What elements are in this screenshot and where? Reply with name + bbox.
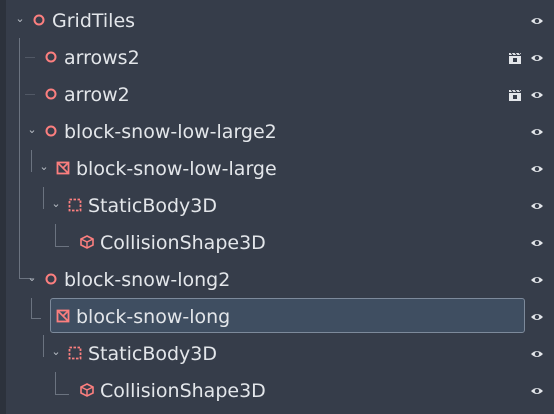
- chevron-down-icon[interactable]: ⌄: [38, 159, 50, 175]
- tree-item[interactable]: ⌄ block-snow-low-large2: [6, 113, 554, 150]
- tree-item-label: GridTiles: [52, 10, 136, 32]
- tree-item[interactable]: CollisionShape3D: [6, 372, 554, 409]
- tree-item[interactable]: ⌄ GridTiles: [6, 2, 554, 39]
- eye-icon[interactable]: [530, 88, 544, 102]
- collision-shape-icon: [80, 235, 94, 249]
- tree-item-label: StaticBody3D: [88, 343, 218, 365]
- static-body-icon: [68, 346, 82, 360]
- node3d-icon: [45, 51, 57, 63]
- tree-item-label: block-snow-long: [76, 306, 231, 328]
- chevron-down-icon[interactable]: ⌄: [50, 196, 62, 212]
- tree-item-selected[interactable]: block-snow-long: [6, 298, 554, 335]
- eye-icon[interactable]: [530, 162, 544, 176]
- chevron-down-icon[interactable]: ⌄: [26, 122, 38, 138]
- collision-shape-icon: [80, 383, 94, 397]
- static-body-icon: [68, 198, 82, 212]
- eye-icon[interactable]: [530, 236, 544, 250]
- chevron-down-icon[interactable]: ⌄: [26, 270, 38, 286]
- tree-item-label: arrow2: [64, 84, 130, 106]
- eye-icon[interactable]: [530, 125, 544, 139]
- tree-item[interactable]: ⌄ block-snow-long2: [6, 261, 554, 298]
- tree-item[interactable]: ⌄ block-snow-low-large: [6, 150, 554, 187]
- node3d-icon: [45, 273, 57, 285]
- node3d-icon: [45, 125, 57, 137]
- eye-icon[interactable]: [530, 199, 544, 213]
- chevron-down-icon[interactable]: ⌄: [50, 344, 62, 360]
- tree-item[interactable]: CollisionShape3D: [6, 224, 554, 261]
- tree-item-label: block-snow-low-large: [76, 158, 277, 180]
- tree-item[interactable]: ⌄ StaticBody3D: [6, 187, 554, 224]
- tree-item-label: arrows2: [64, 47, 140, 69]
- eye-icon[interactable]: [530, 384, 544, 398]
- eye-icon[interactable]: [530, 51, 544, 65]
- tree-item[interactable]: arrows2: [6, 39, 554, 76]
- tree-item[interactable]: ⌄ StaticBody3D: [6, 335, 554, 372]
- eye-icon[interactable]: [530, 347, 544, 361]
- tree-item-label: block-snow-low-large2: [64, 121, 277, 143]
- clapperboard-icon[interactable]: [508, 88, 522, 102]
- tree-item[interactable]: arrow2: [6, 76, 554, 113]
- mesh-instance-icon: [56, 309, 70, 323]
- tree-item-label: CollisionShape3D: [100, 232, 266, 254]
- clapperboard-icon[interactable]: [508, 51, 522, 65]
- scene-tree-panel: ⌄ GridTiles arrows2 arrow2 ⌄ block-snow-…: [0, 0, 554, 414]
- mesh-instance-icon: [56, 161, 70, 175]
- node3d-icon: [45, 88, 57, 100]
- eye-icon[interactable]: [530, 273, 544, 287]
- node3d-icon: [33, 14, 45, 26]
- tree-item-label: block-snow-long2: [64, 269, 231, 291]
- chevron-down-icon[interactable]: ⌄: [14, 11, 26, 27]
- eye-icon[interactable]: [530, 310, 544, 324]
- tree-item-label: CollisionShape3D: [100, 380, 266, 402]
- eye-icon[interactable]: [530, 14, 544, 28]
- tree-item-label: StaticBody3D: [88, 195, 218, 217]
